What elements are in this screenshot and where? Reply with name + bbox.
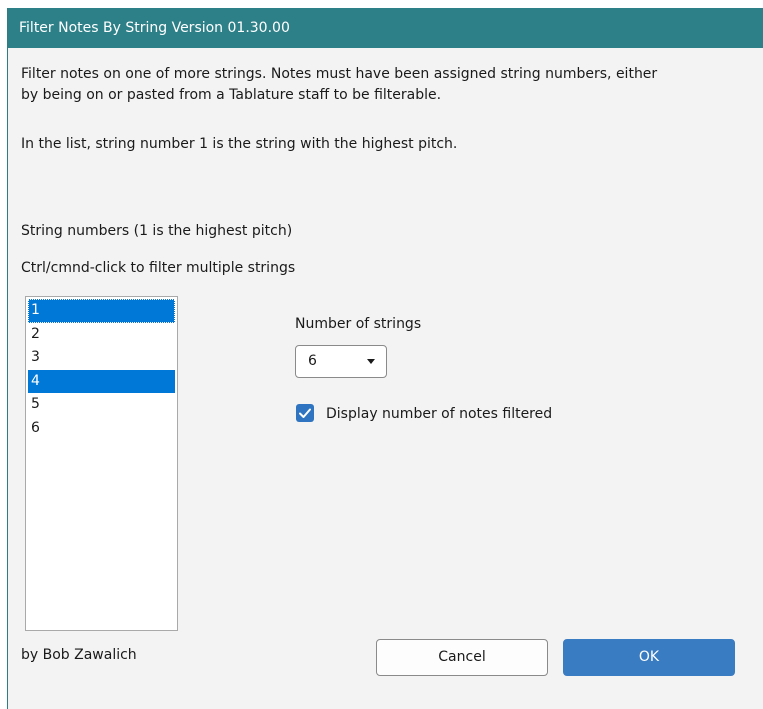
display-count-label[interactable]: Display number of notes filtered (326, 404, 552, 425)
checkmark-icon (299, 408, 311, 418)
string-list-item[interactable]: 6 (28, 417, 175, 441)
author-label: by Bob Zawalich (21, 647, 137, 663)
string-list-item[interactable]: 2 (28, 323, 175, 347)
number-of-strings-label: Number of strings (295, 316, 422, 332)
display-count-checkbox[interactable] (296, 404, 314, 422)
number-of-strings-value: 6 (308, 353, 317, 369)
cancel-button[interactable]: Cancel (376, 639, 548, 676)
description-line-2: by being on or pasted from a Tablature s… (21, 87, 442, 103)
strings-listbox[interactable]: 123456 (25, 296, 178, 631)
dialog-title: Filter Notes By String Version 01.30.00 (8, 8, 763, 48)
description-line-3: In the list, string number 1 is the stri… (21, 136, 458, 152)
strings-list-hint: Ctrl/cmnd-click to filter multiple strin… (21, 260, 296, 276)
string-list-item[interactable]: 5 (28, 393, 175, 417)
string-list-item[interactable]: 3 (28, 346, 175, 370)
ok-button[interactable]: OK (563, 639, 735, 676)
string-list-item[interactable]: 4 (28, 369, 175, 393)
description-line-1: Filter notes on one of more strings. Not… (21, 66, 658, 82)
strings-list-label: String numbers (1 is the highest pitch) (21, 223, 293, 239)
number-of-strings-dropdown[interactable]: 6 (295, 345, 387, 378)
string-list-item[interactable]: 1 (28, 299, 175, 323)
chevron-down-icon (367, 359, 375, 364)
dialog-window: Filter Notes By String Version 01.30.00 … (7, 8, 763, 709)
